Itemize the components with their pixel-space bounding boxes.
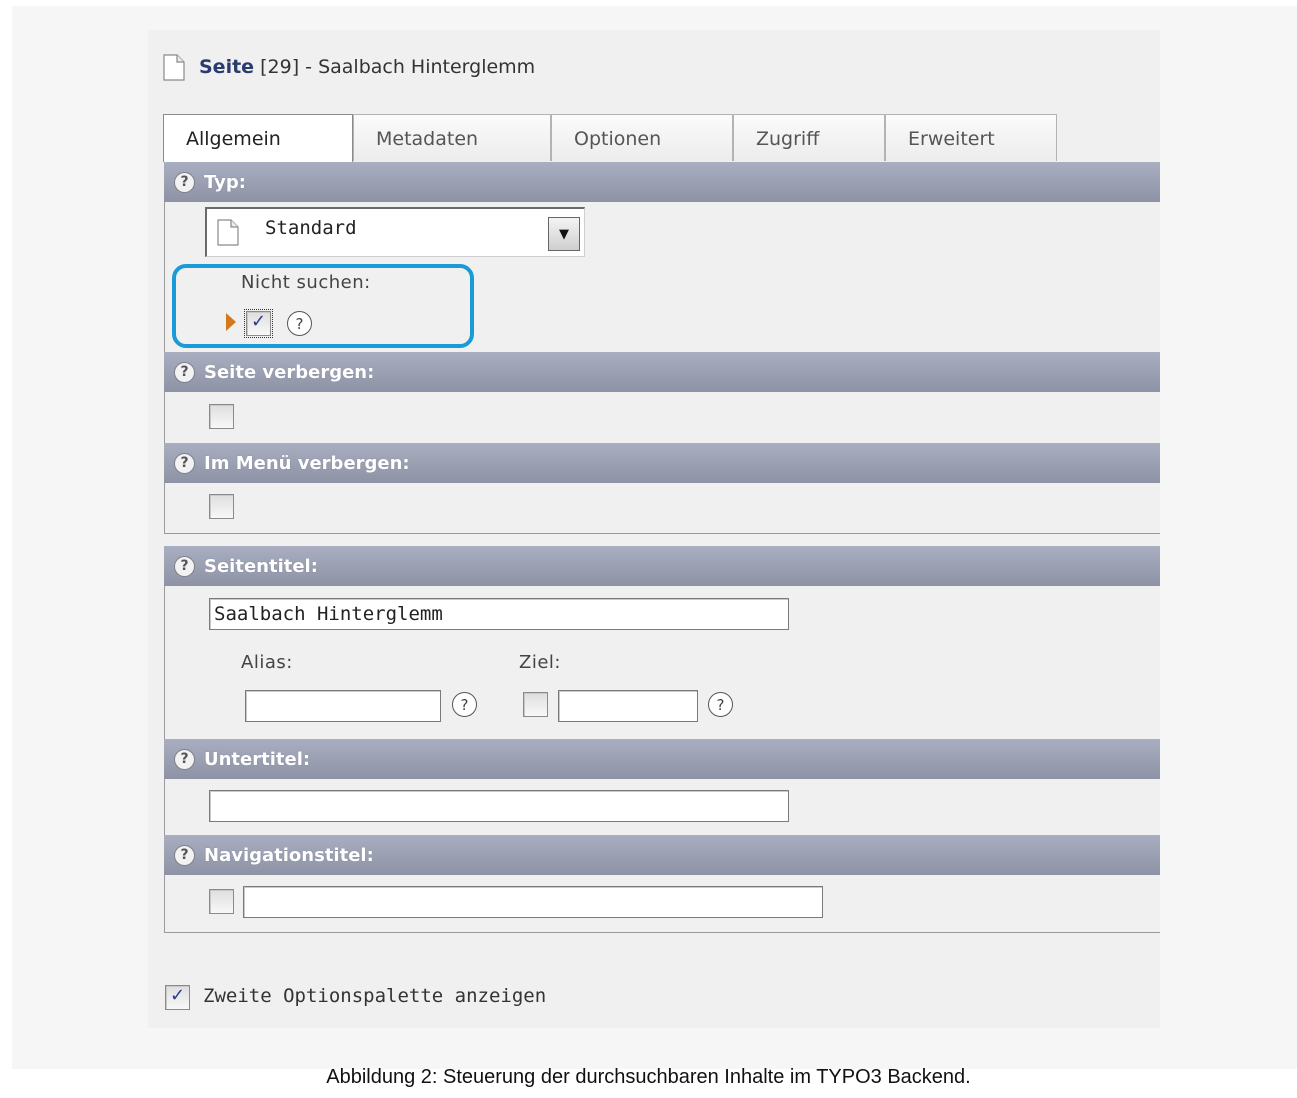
help-icon[interactable]: ? bbox=[174, 844, 195, 866]
page-name: Saalbach Hinterglemm bbox=[318, 56, 536, 78]
tab-metadaten[interactable]: Metadaten bbox=[353, 114, 551, 161]
section-bar-seitentitel: ? Seitentitel: bbox=[164, 546, 1160, 586]
im-menu-verbergen-checkbox[interactable] bbox=[209, 494, 234, 519]
alias-input[interactable] bbox=[245, 690, 441, 722]
page-icon bbox=[163, 53, 185, 81]
untertitel-input[interactable] bbox=[209, 790, 789, 822]
alias-label: Alias: bbox=[241, 652, 293, 673]
ziel-label: Ziel: bbox=[519, 652, 561, 673]
section-label-untertitel: Untertitel: bbox=[204, 748, 311, 770]
seite-verbergen-checkbox[interactable] bbox=[209, 404, 234, 429]
page-title-prefix: Seite bbox=[199, 56, 255, 78]
page-id: [29] bbox=[260, 56, 300, 78]
help-icon[interactable]: ? bbox=[174, 361, 195, 383]
section-bar-im-menu-verbergen: ? Im Menü verbergen: bbox=[164, 443, 1160, 483]
tab-zugriff[interactable]: Zugriff bbox=[733, 114, 885, 161]
help-icon[interactable]: ? bbox=[174, 452, 195, 474]
tab-optionen[interactable]: Optionen bbox=[551, 114, 733, 161]
dropdown-arrow-icon[interactable]: ▼ bbox=[548, 217, 580, 251]
ziel-input[interactable] bbox=[558, 690, 698, 722]
navigationstitel-input[interactable] bbox=[243, 886, 823, 918]
help-icon[interactable]: ? bbox=[452, 692, 477, 717]
help-icon[interactable]: ? bbox=[708, 692, 733, 717]
page-type-value: Standard bbox=[265, 217, 357, 239]
section-label-navigationstitel: Navigationstitel: bbox=[204, 844, 374, 866]
second-palette-label: Zweite Optionspalette anzeigen bbox=[203, 985, 547, 1007]
pointer-arrow-icon bbox=[226, 313, 236, 331]
section-content-im-menu-verbergen bbox=[164, 483, 1160, 534]
title-separator: - bbox=[299, 56, 319, 78]
figure-caption: Abbildung 2: Steuerung der durchsuchbare… bbox=[326, 1066, 971, 1088]
nicht-suchen-label: Nicht suchen: bbox=[241, 272, 371, 293]
section-content-seite-verbergen bbox=[164, 392, 1160, 444]
section-label-im-menu-verbergen: Im Menü verbergen: bbox=[204, 452, 410, 474]
help-icon[interactable]: ? bbox=[174, 171, 195, 193]
section-bar-typ: ? Typ: bbox=[164, 162, 1160, 202]
tab-allgemein[interactable]: Allgemein bbox=[163, 114, 353, 162]
section-label-seitentitel: Seitentitel: bbox=[204, 555, 318, 577]
nicht-suchen-checkbox[interactable] bbox=[244, 309, 273, 338]
navigationstitel-checkbox[interactable] bbox=[209, 889, 234, 914]
section-bar-navigationstitel: ? Navigationstitel: bbox=[164, 835, 1160, 875]
section-bar-seite-verbergen: ? Seite verbergen: bbox=[164, 352, 1160, 392]
page-type-select[interactable]: Standard ▼ bbox=[205, 207, 585, 257]
ziel-checkbox[interactable] bbox=[523, 692, 548, 717]
page-type-icon bbox=[217, 219, 239, 246]
help-icon[interactable]: ? bbox=[287, 311, 312, 336]
help-icon[interactable]: ? bbox=[174, 748, 195, 770]
section-bar-untertitel: ? Untertitel: bbox=[164, 739, 1160, 779]
second-palette-checkbox[interactable] bbox=[165, 985, 190, 1010]
section-label-typ: Typ: bbox=[204, 171, 246, 193]
seitentitel-input[interactable]: Saalbach Hinterglemm bbox=[209, 598, 789, 630]
page-title: Seite [29] - Saalbach Hinterglemm bbox=[199, 56, 535, 78]
tab-erweitert[interactable]: Erweitert bbox=[885, 114, 1057, 161]
section-label-seite-verbergen: Seite verbergen: bbox=[204, 361, 375, 383]
record-header: Seite [29] - Saalbach Hinterglemm bbox=[163, 52, 535, 82]
help-icon[interactable]: ? bbox=[174, 555, 195, 577]
